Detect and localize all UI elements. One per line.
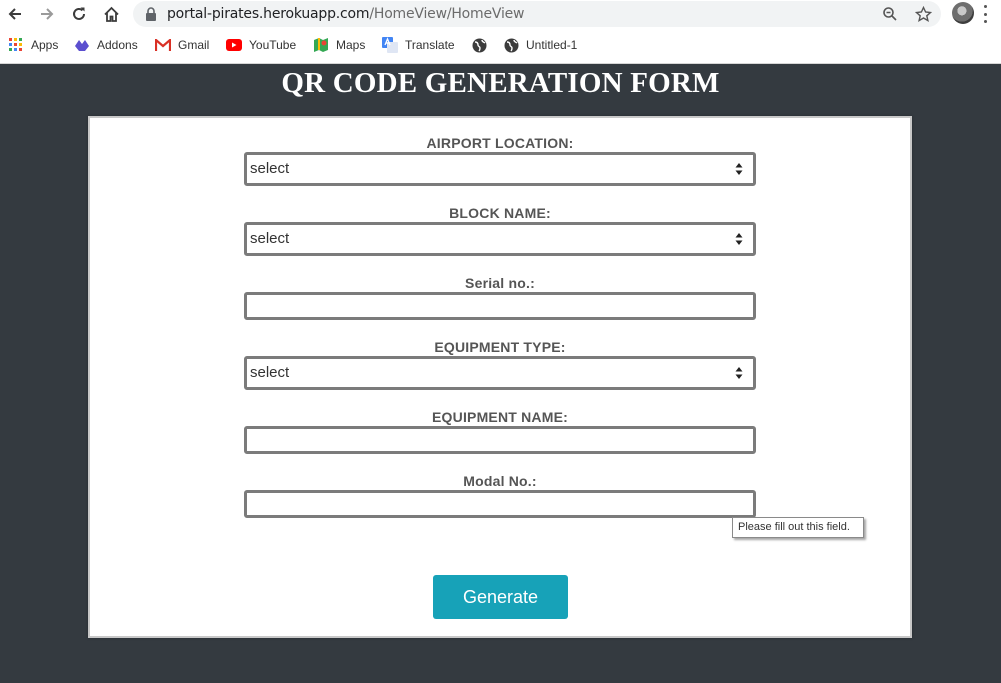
- bookmark-label: YouTube: [249, 38, 297, 52]
- globe-icon: [471, 37, 487, 53]
- bookmark-youtube[interactable]: YouTube: [226, 36, 296, 54]
- select-arrows-icon: [735, 367, 743, 379]
- forward-arrow-icon: [41, 8, 54, 20]
- equipment-type-value: select: [250, 364, 290, 381]
- zoom-button[interactable]: [881, 5, 899, 23]
- kebab-dot-icon: [983, 12, 987, 16]
- block-name-label: BLOCK NAME:: [449, 205, 551, 221]
- gmail-icon: [155, 37, 171, 53]
- lock-icon: [146, 7, 156, 21]
- equipment-name-input[interactable]: [244, 426, 756, 454]
- bookmark-gmail[interactable]: Gmail: [155, 36, 209, 54]
- globe-icon: [503, 37, 519, 53]
- validation-tooltip: Please fill out this field.: [732, 517, 864, 538]
- generate-button[interactable]: Generate: [433, 575, 568, 619]
- equipment-type-select[interactable]: select: [244, 356, 756, 390]
- browser-menu-button[interactable]: [982, 5, 988, 23]
- reload-icon: [73, 7, 85, 20]
- modal-no-label: Modal No.:: [463, 473, 537, 489]
- airport-location-label: AIRPORT LOCATION:: [426, 135, 574, 151]
- equipment-name-label: EQUIPMENT NAME:: [432, 409, 568, 425]
- airport-location-select[interactable]: select: [244, 152, 756, 186]
- translate-icon: [382, 37, 398, 53]
- apps-grid-icon: [8, 37, 24, 53]
- equipment-type-label: EQUIPMENT TYPE:: [434, 339, 566, 355]
- back-arrow-icon: [8, 8, 21, 20]
- kebab-dot-icon: [983, 20, 987, 23]
- bookmark-maps[interactable]: Maps: [313, 36, 365, 54]
- page-title: QR CODE GENERATION FORM: [281, 67, 720, 99]
- bookmark-label: Maps: [336, 38, 366, 52]
- serial-no-label: Serial no.:: [465, 275, 535, 291]
- bookmark-label: Addons: [97, 38, 138, 52]
- block-name-value: select: [250, 230, 290, 247]
- back-button[interactable]: [4, 3, 26, 25]
- star-icon: [914, 5, 932, 22]
- bookmarks-bar: Apps Addons Gmail YouTube Maps Translate…: [0, 32, 1001, 58]
- block-name-select[interactable]: select: [244, 222, 756, 256]
- url-host: portal-pirates.herokuapp.com: [167, 6, 370, 22]
- bookmark-untitled[interactable]: Untitled-1: [503, 36, 577, 54]
- modal-no-input[interactable]: [244, 490, 756, 518]
- bookmark-label: Apps: [31, 38, 59, 52]
- bookmark-star-button[interactable]: [914, 5, 932, 23]
- bookmark-addons[interactable]: Addons: [74, 36, 138, 54]
- zoom-magnifier-icon: [883, 7, 897, 21]
- serial-no-input[interactable]: [244, 292, 756, 320]
- kebab-dot-icon: [983, 5, 987, 8]
- reload-button[interactable]: [68, 3, 90, 25]
- maps-icon: [313, 37, 329, 53]
- bookmark-label: Translate: [405, 38, 455, 52]
- bookmark-label: Untitled-1: [526, 38, 578, 52]
- youtube-icon: [226, 37, 242, 53]
- addons-icon: [74, 37, 90, 53]
- url-path: /HomeView/HomeView: [369, 6, 525, 22]
- home-button[interactable]: [100, 3, 122, 25]
- profile-avatar[interactable]: [952, 2, 974, 24]
- select-arrows-icon: [735, 233, 743, 245]
- browser-chrome: portal-pirates.herokuapp.com/HomeView/Ho…: [0, 0, 1001, 64]
- address-bar[interactable]: portal-pirates.herokuapp.com/HomeView/Ho…: [133, 1, 941, 27]
- url-text: portal-pirates.herokuapp.com/HomeView/Ho…: [167, 6, 525, 22]
- bookmark-apps[interactable]: Apps: [8, 36, 58, 54]
- forward-button[interactable]: [36, 3, 58, 25]
- airport-location-value: select: [250, 160, 290, 177]
- bookmark-label: Gmail: [178, 38, 210, 52]
- bookmark-globe[interactable]: [471, 36, 494, 54]
- bookmark-translate[interactable]: Translate: [382, 36, 455, 54]
- select-arrows-icon: [735, 163, 743, 175]
- home-icon: [103, 6, 119, 22]
- browser-toolbar: portal-pirates.herokuapp.com/HomeView/Ho…: [0, 0, 1001, 29]
